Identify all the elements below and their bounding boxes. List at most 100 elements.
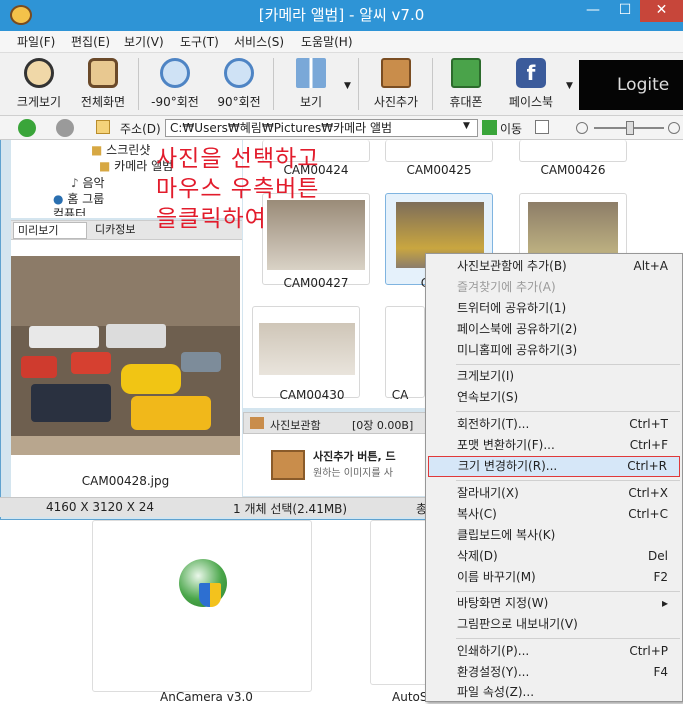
photo-library-body: 사진추가 버튼, 드 원하는 이미지를 사 <box>243 434 428 496</box>
phone-button[interactable]: 휴대폰 <box>436 55 496 113</box>
ctx-convert-format[interactable]: 포맷 변환하기(F)... Ctrl+F <box>428 435 680 456</box>
homegroup-icon: ● <box>53 192 64 206</box>
tree-item-homegroup[interactable]: ● 홈 그룹 <box>53 191 104 207</box>
annotation-line: 을클릭하여 <box>156 206 267 232</box>
facebook-label: 페이스북 <box>508 95 554 109</box>
thumbnail-image <box>259 323 355 375</box>
thumbnail-label: CAM00430 <box>279 388 345 402</box>
ctx-large-view[interactable]: 크게보기(I) <box>428 366 680 387</box>
forward-icon[interactable] <box>56 119 74 137</box>
view-dropdown-arrow-icon[interactable]: ▼ <box>344 81 351 91</box>
advertisement-banner[interactable]: Logite <box>579 60 683 110</box>
rotate-right-label: 90°회전 <box>217 95 261 109</box>
menu-file[interactable]: 파일(F) <box>17 31 55 53</box>
folder-icon: ■ <box>99 159 111 173</box>
zoom-out-icon[interactable] <box>576 122 588 134</box>
menu-help[interactable]: 도움말(H) <box>301 31 353 53</box>
menu-tools[interactable]: 도구(T) <box>180 31 219 53</box>
preview-photo <box>11 256 240 455</box>
address-bar: 주소(D) C:₩Users₩혜림₩Pictures₩카메라 앨범 ▼ 이동 <box>0 116 683 140</box>
add-photo-icon <box>381 58 411 88</box>
ctx-preferences[interactable]: 환경설정(Y)... F4 <box>428 662 680 683</box>
ctx-export-paint[interactable]: 그림판으로 내보내기(V) <box>428 614 680 635</box>
ctx-file-properties[interactable]: 파일 속성(Z)... <box>428 682 680 703</box>
thumbnail-item[interactable] <box>385 306 425 398</box>
rotate-left-button[interactable]: -90°회전 <box>144 55 206 113</box>
list-view-icon[interactable] <box>535 120 549 134</box>
folder-icon: ■ <box>91 143 103 157</box>
view-button[interactable]: 보기 <box>280 55 342 113</box>
go-button[interactable]: 이동 <box>500 120 522 137</box>
thumbnail-item[interactable] <box>385 140 493 162</box>
tab-preview[interactable]: 미리보기 <box>13 222 87 239</box>
toolbar-divider <box>432 58 433 110</box>
go-arrow-icon[interactable] <box>482 120 497 135</box>
desktop-app-tile[interactable] <box>92 520 312 692</box>
menu-separator <box>456 480 680 481</box>
ctx-cut[interactable]: 잘라내기(X) Ctrl+X <box>428 483 680 504</box>
maximize-button[interactable]: ☐ <box>610 0 640 22</box>
ctx-add-favorite: 즐겨찾기에 추가(A) <box>457 280 556 294</box>
tree-item-screenshots[interactable]: ■ 스크린샷 <box>91 142 150 158</box>
share-dropdown-arrow-icon[interactable]: ▼ <box>566 81 573 91</box>
menu-services[interactable]: 서비스(S) <box>234 31 284 53</box>
ctx-delete[interactable]: 삭제(D) Del <box>428 546 680 567</box>
tree-item-music[interactable]: ♪ 음악 <box>71 175 105 191</box>
desktop-app-tile-2[interactable] <box>370 520 430 685</box>
add-to-library-icon <box>271 450 305 480</box>
monkey-view-icon <box>24 58 54 88</box>
annotation-line: 마우스 우측버튼 <box>156 176 320 202</box>
ctx-share-minihompy[interactable]: 미니홈피에 공유하기(3) <box>428 340 680 361</box>
close-button[interactable]: ✕ <box>640 0 683 22</box>
status-bar: 4160 X 3120 X 24 1 개체 선택(2.41MB) 총 <box>0 497 438 517</box>
fullscreen-button[interactable]: 전체화면 <box>72 55 134 113</box>
fullscreen-monkey-icon <box>88 58 118 88</box>
add-photo-button[interactable]: 사진추가 <box>365 55 427 113</box>
menu-view[interactable]: 보기(V) <box>124 31 164 53</box>
title-bar[interactable]: [카메라 앨범] - 알씨 v7.0 — ☐ ✕ <box>0 0 683 31</box>
thumbnail-label: CAM00425 <box>406 163 472 177</box>
rotate-right-icon <box>224 58 254 88</box>
back-icon[interactable] <box>18 119 36 137</box>
thumbnail-label: CA <box>391 388 409 402</box>
address-label: 주소(D) <box>120 122 161 136</box>
ctx-share-facebook[interactable]: 페이스북에 공유하기(2) <box>428 319 680 340</box>
minimize-button[interactable]: — <box>578 0 608 22</box>
tree-item-computer[interactable]: 컴퓨터 <box>53 206 86 216</box>
library-box-icon <box>250 417 264 429</box>
ctx-share-twitter[interactable]: 트위터에 공유하기(1) <box>428 298 680 319</box>
status-selection: 1 개체 선택(2.41MB) <box>233 502 348 516</box>
menu-separator <box>456 411 680 412</box>
annotation-text: 사진을 선택하고 마우스 우측버튼 을클릭하여 <box>156 144 386 234</box>
ctx-resize-highlighted[interactable]: 크기 변경하기(R)... Ctrl+R <box>428 456 680 477</box>
ctx-slideshow[interactable]: 연속보기(S) <box>428 387 680 408</box>
thumbnail-item[interactable] <box>519 140 627 162</box>
thumbnail-item[interactable] <box>252 306 360 398</box>
fullscreen-label: 전체화면 <box>80 95 126 109</box>
add-photo-label: 사진추가 <box>373 95 419 109</box>
menu-edit[interactable]: 편집(E) <box>71 31 110 53</box>
folder-up-icon[interactable] <box>96 120 110 134</box>
ctx-copy-clipboard[interactable]: 클립보드에 복사(K) <box>428 525 680 546</box>
shield-icon <box>199 583 221 607</box>
ctx-rename[interactable]: 이름 바꾸기(M) F2 <box>428 567 680 588</box>
library-title: 사진보관함 <box>270 419 321 432</box>
rotate-right-button[interactable]: 90°회전 <box>208 55 270 113</box>
facebook-button[interactable]: f 페이스북 <box>500 55 562 113</box>
address-dropdown-icon[interactable]: ▼ <box>463 121 470 131</box>
menu-separator <box>456 591 680 592</box>
ctx-add-to-library[interactable]: 사진보관함에 추가(B) Alt+A <box>428 256 680 277</box>
address-input[interactable]: C:₩Users₩혜림₩Pictures₩카메라 앨범 <box>165 119 478 137</box>
ctx-set-wallpaper[interactable]: 바탕화면 지정(W) ▸ <box>428 593 680 614</box>
toolbar-divider <box>138 58 139 110</box>
ctx-print[interactable]: 인쇄하기(P)... Ctrl+P <box>428 641 680 662</box>
zoom-in-icon[interactable] <box>668 122 680 134</box>
zoom-slider-thumb[interactable] <box>626 121 634 135</box>
menu-separator <box>456 638 680 639</box>
tab-camera-info[interactable]: 디카정보 <box>91 222 161 239</box>
ctx-rotate[interactable]: 회전하기(T)... Ctrl+T <box>428 414 680 435</box>
ctx-copy[interactable]: 복사(C) Ctrl+C <box>428 504 680 525</box>
library-hint-title: 사진추가 버튼, 드 <box>313 450 396 463</box>
rotate-left-icon <box>160 58 190 88</box>
large-view-button[interactable]: 크게보기 <box>8 55 70 113</box>
